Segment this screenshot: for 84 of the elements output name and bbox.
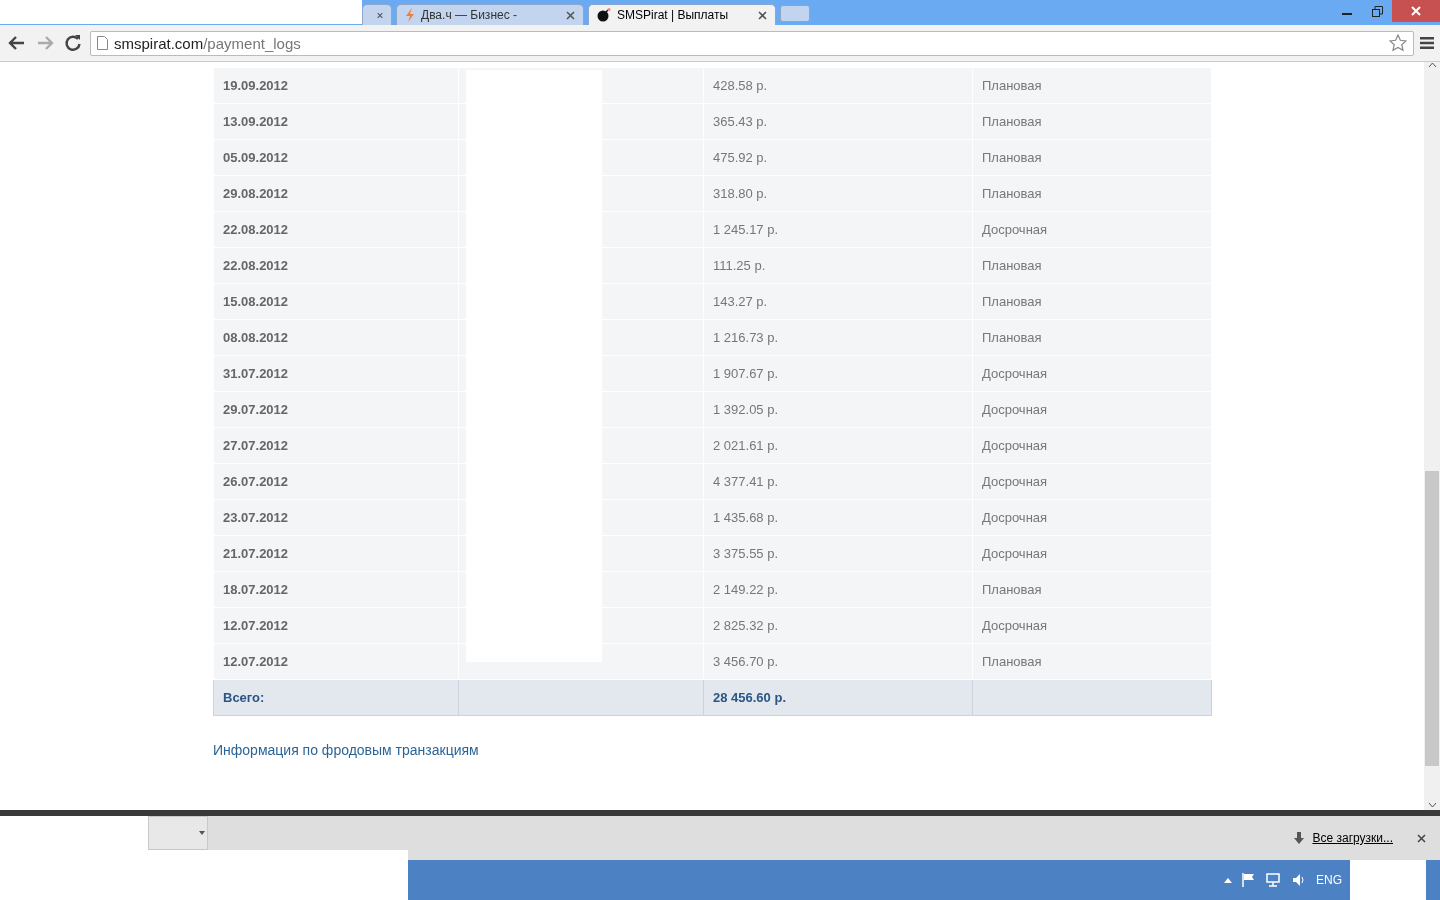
table-cell: 1 245.17 р. <box>703 211 973 248</box>
flag-icon[interactable] <box>1242 873 1256 887</box>
table-cell: 13.09.2012 <box>213 103 459 140</box>
table-cell: 428.58 р. <box>703 67 973 104</box>
scroll-up-icon[interactable] <box>1427 62 1437 68</box>
table-cell: 31.07.2012 <box>213 355 459 392</box>
page-icon <box>97 36 108 50</box>
all-downloads-link[interactable]: Все загрузки... <box>1312 831 1393 845</box>
table-cell: Плановая <box>972 139 1212 176</box>
language-indicator[interactable]: ENG <box>1316 873 1342 887</box>
table-cell: 08.08.2012 <box>213 319 459 356</box>
table-cell: Досрочная <box>972 535 1212 572</box>
table-cell: 23.07.2012 <box>213 499 459 536</box>
table-cell: Плановая <box>972 643 1212 680</box>
table-cell: Досрочная <box>972 463 1212 500</box>
table-cell: Плановая <box>972 283 1212 320</box>
table-cell: 111.25 р. <box>703 247 973 284</box>
back-arrow-icon[interactable] <box>8 34 26 52</box>
table-cell: 4 377.41 р. <box>703 463 973 500</box>
lightning-icon <box>405 8 415 22</box>
scrollbar[interactable] <box>1424 62 1440 810</box>
table-cell: 2 825.32 р. <box>703 607 973 644</box>
browser-tab[interactable]: Два.ч — Бизнес - <box>396 4 584 25</box>
table-cell: 22.08.2012 <box>213 211 459 248</box>
forward-arrow-icon[interactable] <box>36 34 54 52</box>
table-cell: Досрочная <box>972 355 1212 392</box>
table-cell: 2 149.22 р. <box>703 571 973 608</box>
close-icon[interactable] <box>566 10 575 20</box>
caret-icon <box>199 831 205 835</box>
speaker-icon[interactable] <box>1292 873 1306 887</box>
close-icon[interactable] <box>1417 833 1426 843</box>
table-cell: 05.09.2012 <box>213 139 459 176</box>
table-cell: 12.07.2012 <box>213 607 459 644</box>
table-cell: 12.07.2012 <box>213 643 459 680</box>
table-cell: 1 216.73 р. <box>703 319 973 356</box>
table-cell: Досрочная <box>972 391 1212 428</box>
table-cell: Досрочная <box>972 607 1212 644</box>
browser-tab[interactable] <box>362 4 392 25</box>
table-cell: 1 392.05 р. <box>703 391 973 428</box>
table-cell: 29.07.2012 <box>213 391 459 428</box>
table-cell: Плановая <box>972 175 1212 212</box>
reload-icon[interactable] <box>64 34 82 52</box>
download-arrow-icon <box>1294 832 1305 844</box>
bomb-icon <box>597 8 611 22</box>
table-cell: Плановая <box>972 67 1212 104</box>
table-cell: Плановая <box>972 319 1212 356</box>
close-icon[interactable] <box>377 10 383 20</box>
table-cell: 3 375.55 р. <box>703 535 973 572</box>
table-cell: 2 021.61 р. <box>703 427 973 464</box>
table-cell: 15.08.2012 <box>213 283 459 320</box>
table-cell: 26.07.2012 <box>213 463 459 500</box>
network-icon[interactable] <box>1266 873 1282 887</box>
table-cell: Плановая <box>972 571 1212 608</box>
table-cell: 365.43 р. <box>703 103 973 140</box>
table-cell: 18.07.2012 <box>213 571 459 608</box>
table-cell: 143.27 р. <box>703 283 973 320</box>
table-cell: 22.08.2012 <box>213 247 459 284</box>
table-cell: Досрочная <box>972 427 1212 464</box>
table-cell: Досрочная <box>972 499 1212 536</box>
table-cell: 29.08.2012 <box>213 175 459 212</box>
url-text: smspirat.com/payment_logs <box>114 34 302 52</box>
restore-icon[interactable] <box>1371 5 1383 17</box>
browser-tab[interactable]: SMSPirat | Выплаты <box>588 4 776 25</box>
table-cell: 3 456.70 р. <box>703 643 973 680</box>
table-cell: 475.92 р. <box>703 139 973 176</box>
close-icon[interactable] <box>758 10 767 20</box>
table-cell: Всего: <box>213 679 459 716</box>
address-bar[interactable]: smspirat.com/payment_logs <box>90 30 1414 56</box>
table-cell: 1 435.68 р. <box>703 499 973 536</box>
table-cell: Досрочная <box>972 211 1212 248</box>
star-icon[interactable] <box>1389 34 1407 52</box>
scroll-down-icon[interactable] <box>1427 802 1437 808</box>
tray-arrow-icon[interactable] <box>1224 877 1232 883</box>
table-cell: 28 456.60 р. <box>703 679 973 716</box>
table-cell: 318.80 р. <box>703 175 973 212</box>
menu-icon[interactable] <box>1420 37 1434 49</box>
table-cell: 1 907.67 р. <box>703 355 973 392</box>
scrollbar-thumb[interactable] <box>1425 471 1439 766</box>
table-cell: 21.07.2012 <box>213 535 459 572</box>
table-cell: 19.09.2012 <box>213 67 459 104</box>
table-cell: Плановая <box>972 247 1212 284</box>
table-cell: Плановая <box>972 103 1212 140</box>
fraud-info-link[interactable]: Информация по фродовым транзакциям <box>213 742 479 758</box>
table-cell: 27.07.2012 <box>213 427 459 464</box>
